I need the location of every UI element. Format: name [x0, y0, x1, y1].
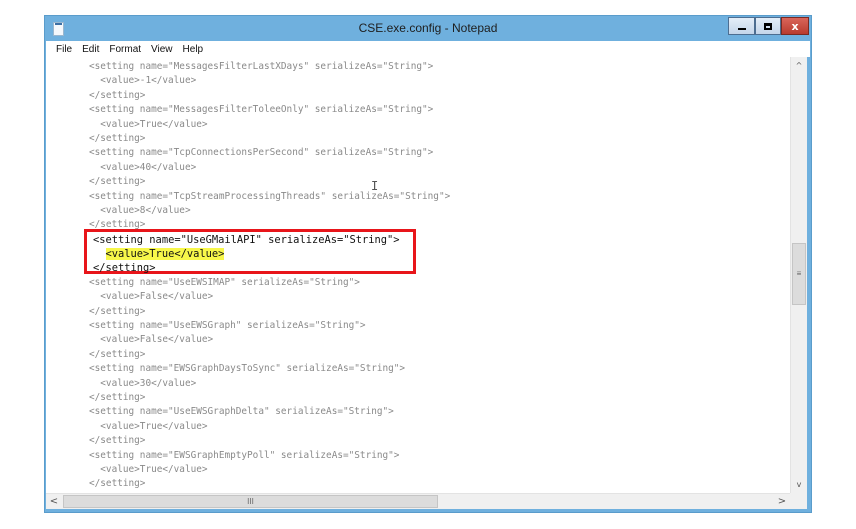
vertical-scroll-thumb[interactable]: ≡: [792, 243, 806, 305]
editor-line: </setting>: [89, 348, 146, 360]
size-grip[interactable]: [790, 493, 807, 509]
menu-bar: File Edit Format View Help: [46, 41, 810, 57]
highlighted-value: <value>True</value>: [105, 247, 225, 260]
scroll-down-icon[interactable]: v: [791, 476, 807, 493]
editor-line: </setting>: [89, 391, 146, 403]
notepad-window: CSE.exe.config - Notepad x File Edit For…: [44, 15, 812, 513]
editor-line: <value>True</value>: [89, 463, 208, 475]
editor-line: <setting name="EWSGraphEmptyPoll" serial…: [89, 449, 400, 461]
editor-line: </setting>: [89, 176, 146, 188]
window-title: CSE.exe.config - Notepad: [358, 21, 498, 35]
editor-line: <value>False</value>: [89, 291, 214, 303]
editor-line: <setting name="MessagesFilterToleeOnly" …: [89, 104, 434, 116]
editor-line: <setting name="UseEWSGraphDelta" seriali…: [89, 406, 394, 418]
editor-line: <value>False</value>: [89, 334, 214, 346]
menu-edit[interactable]: Edit: [78, 44, 105, 55]
text-editor[interactable]: <setting name="MessagesFilterLastXDays" …: [46, 57, 790, 503]
title-bar[interactable]: CSE.exe.config - Notepad x: [45, 16, 811, 42]
maximize-button[interactable]: [755, 17, 781, 35]
minimize-icon: [737, 28, 746, 30]
highlighted-line-2-indent: [93, 248, 106, 260]
minimize-button[interactable]: [728, 17, 755, 35]
editor-line: <setting name="TcpStreamProcessingThread…: [89, 190, 451, 202]
editor-line: <value>-1</value>: [89, 75, 197, 87]
editor-line: <value>40</value>: [89, 161, 197, 173]
editor-line: <setting name="UseEWSIMAP" serializeAs="…: [89, 276, 360, 288]
highlighted-setting: <setting name="UseGMailAPI" serializeAs=…: [93, 234, 400, 275]
editor-line: <setting name="UseEWSGraph" serializeAs=…: [89, 320, 366, 332]
horizontal-scrollbar[interactable]: < III >: [46, 493, 790, 509]
editor-line: </setting>: [89, 132, 146, 144]
highlighted-line-1: <setting name="UseGMailAPI" serializeAs=…: [93, 234, 400, 246]
horizontal-scroll-thumb[interactable]: III: [63, 495, 438, 508]
editor-line: <setting name="MessagesFilterLastXDays" …: [89, 61, 434, 72]
menu-help[interactable]: Help: [179, 44, 210, 55]
scroll-up-icon[interactable]: ^: [791, 57, 807, 74]
editor-line: <value>True</value>: [89, 118, 208, 130]
scroll-left-icon[interactable]: <: [46, 494, 62, 509]
scroll-right-icon[interactable]: >: [774, 494, 790, 509]
editor-line: </setting>: [89, 89, 146, 101]
maximize-icon: [764, 22, 772, 30]
editor-line: <setting name="EWSGraphDaysToSync" seria…: [89, 363, 406, 375]
editor-line: </setting>: [89, 435, 146, 447]
editor-line: <setting name="TcpConnectionsPerSecond" …: [89, 147, 434, 159]
editor-line: <value>30</value>: [89, 377, 197, 389]
close-button[interactable]: x: [781, 17, 809, 35]
menu-format[interactable]: Format: [105, 44, 147, 55]
editor-line: <value>True</value>: [89, 420, 208, 432]
highlighted-line-3: </setting>: [93, 261, 156, 274]
menu-file[interactable]: File: [46, 44, 78, 55]
vertical-scrollbar[interactable]: ^ ≡ v: [790, 57, 807, 493]
highlight-box: <setting name="UseGMailAPI" serializeAs=…: [84, 229, 416, 274]
editor-line: </setting>: [89, 478, 146, 490]
editor-line: </setting>: [89, 305, 146, 317]
close-icon: x: [791, 19, 799, 33]
editor-line: <value>8</value>: [89, 204, 191, 216]
menu-view[interactable]: View: [147, 44, 179, 55]
ibeam-cursor-icon: I: [371, 179, 379, 193]
